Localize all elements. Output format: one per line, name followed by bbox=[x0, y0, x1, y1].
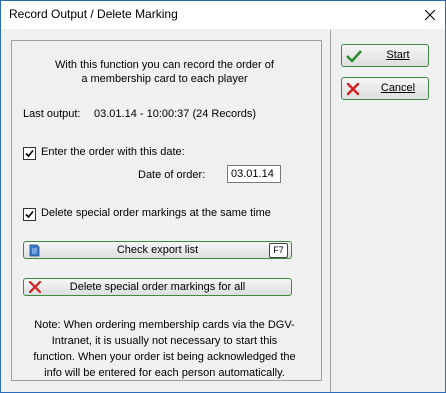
dialog-window: Record Output / Delete Marking With this… bbox=[0, 0, 446, 393]
info-note: Note: When ordering membership cards via… bbox=[23, 317, 306, 381]
start-button[interactable]: Start bbox=[341, 44, 429, 67]
checkbox-check-icon bbox=[25, 149, 34, 158]
order-date-checkbox[interactable] bbox=[23, 147, 36, 160]
title-bar[interactable]: Record Output / Delete Marking bbox=[1, 1, 445, 29]
note-line-1: Note: When ordering membership cards via… bbox=[34, 319, 295, 331]
delete-markings-checkbox-label[interactable]: Delete special order markings at the sam… bbox=[41, 207, 271, 219]
intro-line-2: a membership card to each player bbox=[81, 73, 248, 85]
cancel-button-label: Cancel bbox=[380, 82, 416, 94]
note-line-4: info will be entered for each person aut… bbox=[44, 367, 285, 379]
date-of-order-label: Date of order: bbox=[138, 169, 206, 181]
delete-all-markings-label: Delete special order markings for all bbox=[69, 281, 246, 293]
panel-divider bbox=[330, 30, 331, 392]
note-line-3: function. When your order ist being ackn… bbox=[33, 351, 296, 363]
last-output-value: 03.01.14 - 10:00:37 (24 Records) bbox=[94, 108, 257, 120]
note-line-2: Intranet, it is usually not necessary to… bbox=[51, 335, 278, 347]
green-check-icon bbox=[346, 50, 362, 63]
intro-line-1: With this function you can record the or… bbox=[55, 59, 274, 71]
close-button[interactable] bbox=[415, 1, 445, 29]
red-x-icon bbox=[346, 82, 360, 96]
start-button-label: Start bbox=[386, 49, 410, 61]
date-of-order-input[interactable]: 03.01.14 bbox=[227, 165, 281, 183]
last-output-label: Last output: bbox=[23, 108, 81, 120]
f7-key-badge: F7 bbox=[269, 243, 288, 258]
delete-all-markings-button[interactable]: Delete special order markings for all bbox=[23, 278, 292, 296]
check-export-list-label: Check export list bbox=[116, 244, 199, 256]
window-title: Record Output / Delete Marking bbox=[9, 7, 178, 21]
check-export-list-button[interactable]: Check export list F7 bbox=[23, 241, 292, 259]
cancel-button[interactable]: Cancel bbox=[341, 77, 429, 100]
close-icon bbox=[425, 10, 435, 20]
order-date-checkbox-label[interactable]: Enter the order with this date: bbox=[41, 146, 185, 158]
delete-markings-checkbox[interactable] bbox=[23, 208, 36, 221]
checkbox-check-icon bbox=[25, 210, 34, 219]
